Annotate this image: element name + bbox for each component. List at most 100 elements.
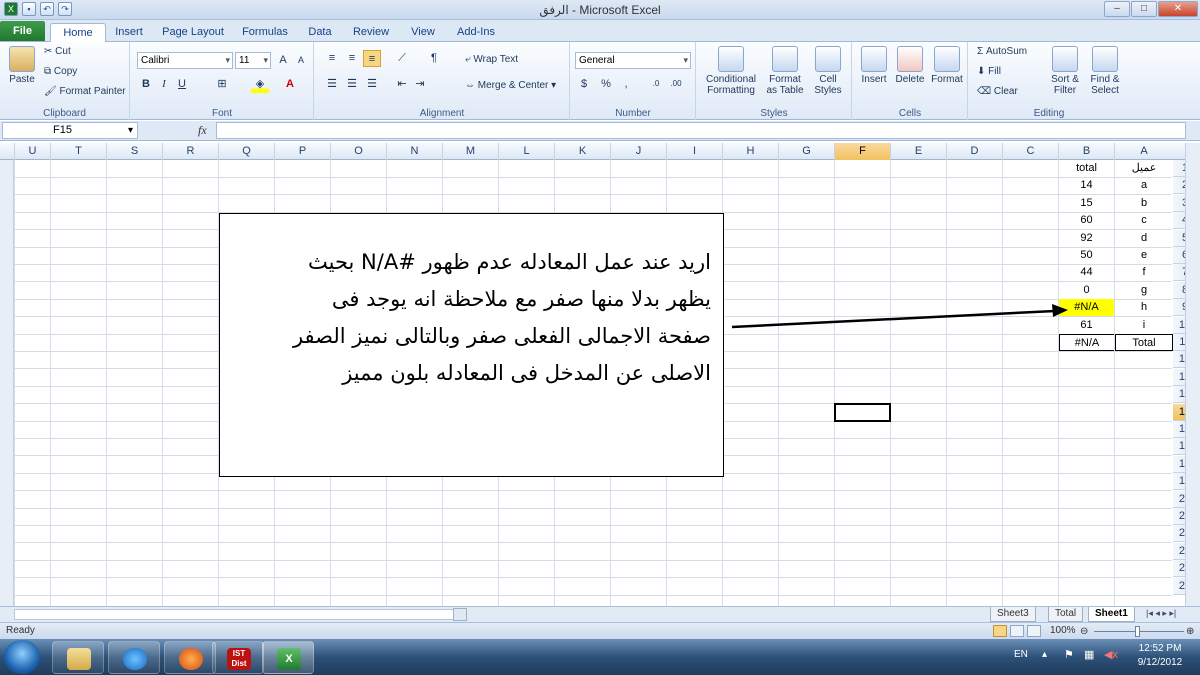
cell-A9[interactable]: h	[1115, 299, 1173, 316]
align-right-icon[interactable]: ☰	[363, 76, 381, 93]
redo-icon[interactable]: ↷	[58, 2, 72, 16]
sheet-tab-sheet3[interactable]: Sheet3	[990, 607, 1036, 622]
cell-A8[interactable]: g	[1115, 282, 1173, 299]
column-header-U[interactable]: U	[14, 143, 50, 160]
column-header-M[interactable]: M	[442, 143, 498, 160]
cell-A3[interactable]: b	[1115, 195, 1173, 212]
align-bottom-icon[interactable]: ≡	[363, 50, 381, 67]
italic-button[interactable]: I	[155, 76, 173, 93]
font-color-icon[interactable]: A	[281, 76, 299, 93]
underline-button[interactable]: U	[173, 76, 191, 93]
file-tab[interactable]: File	[0, 21, 45, 41]
tab-home[interactable]: Home	[50, 23, 106, 42]
column-header-L[interactable]: L	[498, 143, 554, 160]
align-left-icon[interactable]: ☰	[323, 76, 341, 93]
cell-A10[interactable]: i	[1115, 317, 1173, 334]
network-icon[interactable]: ▦	[1084, 648, 1094, 661]
decrease-indent-icon[interactable]: ⇤	[393, 76, 411, 93]
percent-icon[interactable]: %	[597, 76, 615, 93]
volume-icon[interactable]: ◀x	[1104, 648, 1118, 661]
cell-A4[interactable]: c	[1115, 212, 1173, 229]
sheet-tab-total[interactable]: Total	[1048, 607, 1084, 622]
cell-B4[interactable]: 60	[1059, 212, 1114, 229]
cell-B10[interactable]: 61	[1059, 317, 1114, 334]
tab-formulas[interactable]: Formulas	[238, 23, 292, 42]
page-break-view-icon[interactable]	[1027, 625, 1041, 637]
column-header-P[interactable]: P	[274, 143, 330, 160]
start-button[interactable]	[4, 640, 40, 674]
column-header-B[interactable]: B	[1058, 143, 1114, 160]
minimize-button[interactable]: –	[1104, 1, 1130, 17]
cell-A5[interactable]: d	[1115, 230, 1173, 247]
delete-cells-button[interactable]: Delete	[893, 46, 927, 85]
align-top-icon[interactable]: ≡	[323, 50, 341, 67]
horizontal-scrollbar[interactable]	[14, 609, 454, 620]
cell-B9[interactable]: #N/A	[1059, 299, 1114, 316]
cell-B2[interactable]: 14	[1059, 177, 1114, 194]
cell-styles-button[interactable]: Cell Styles	[809, 46, 847, 96]
column-header-K[interactable]: K	[554, 143, 610, 160]
comma-icon[interactable]: ,	[617, 76, 635, 93]
decrease-decimal-icon[interactable]: .00	[667, 76, 685, 93]
undo-icon[interactable]: ↶	[40, 2, 54, 16]
save-icon[interactable]: ▪	[22, 2, 36, 16]
explorer-taskbar-button[interactable]	[52, 641, 104, 674]
increase-decimal-icon[interactable]: .0	[647, 76, 665, 93]
format-cells-button[interactable]: Format	[929, 46, 965, 85]
wrap-text-button[interactable]: ⤶ Wrap Text	[465, 54, 518, 65]
ist-taskbar-button[interactable]: IST Dist	[212, 641, 264, 674]
find-select-button[interactable]: Find & Select	[1085, 46, 1125, 96]
cell-B11[interactable]: #N/A	[1059, 334, 1114, 351]
close-button[interactable]: ✕	[1158, 1, 1198, 17]
tab-view[interactable]: View	[404, 23, 442, 42]
column-header-Q[interactable]: Q	[218, 143, 274, 160]
clear-button[interactable]: ⌫ Clear	[977, 86, 1018, 97]
column-header-E[interactable]: E	[890, 143, 946, 160]
grow-font-button[interactable]: A	[274, 52, 292, 69]
text-direction-icon[interactable]: ¶	[425, 50, 443, 67]
copy-button[interactable]: ⧉ Copy	[44, 66, 77, 77]
column-header-H[interactable]: H	[722, 143, 778, 160]
paste-button[interactable]: Paste	[4, 46, 40, 85]
orientation-icon[interactable]: ⟋	[393, 50, 411, 67]
column-header-C[interactable]: C	[1002, 143, 1058, 160]
column-header-G[interactable]: G	[778, 143, 834, 160]
cell-A1[interactable]: عميل	[1115, 160, 1173, 177]
name-box[interactable]: F15	[2, 122, 138, 139]
font-name-combo[interactable]: Calibri	[137, 52, 233, 69]
ie-taskbar-button[interactable]	[108, 641, 160, 674]
increase-indent-icon[interactable]: ⇥	[411, 76, 429, 93]
cut-button[interactable]: ✂ Cut	[44, 46, 71, 57]
fill-color-icon[interactable]: ◈	[251, 76, 269, 93]
bold-button[interactable]: B	[137, 76, 155, 93]
zoom-level[interactable]: 100%	[1050, 625, 1076, 636]
merge-center-button[interactable]: ⇔ Merge & Center ▾	[465, 80, 556, 91]
tab-page-layout[interactable]: Page Layout	[158, 23, 228, 42]
fill-button[interactable]: ⬇ Fill	[977, 66, 1001, 77]
align-center-icon[interactable]: ☰	[343, 76, 361, 93]
note-textbox[interactable]: اريد عند عمل المعادله عدم ظهور #N/A بحيث…	[219, 213, 724, 477]
tray-flag-icon[interactable]: ⚑	[1064, 648, 1074, 661]
excel-taskbar-button[interactable]: X	[262, 641, 314, 674]
cell-B1[interactable]: total	[1059, 160, 1114, 177]
conditional-formatting-button[interactable]: Conditional Formatting	[701, 46, 761, 96]
column-header-D[interactable]: D	[946, 143, 1002, 160]
column-header-F[interactable]: F	[834, 143, 890, 160]
clock[interactable]: 12:52 PM 9/12/2012	[1128, 642, 1192, 670]
cell-A6[interactable]: e	[1115, 247, 1173, 264]
currency-icon[interactable]: $	[575, 76, 593, 93]
sheet-tab-sheet1[interactable]: Sheet1	[1088, 607, 1135, 622]
tab-review[interactable]: Review	[348, 23, 394, 42]
autosum-button[interactable]: Σ AutoSum	[977, 46, 1027, 57]
format-painter-button[interactable]: 🖌 Format Painter	[44, 86, 126, 97]
scroll-thumb[interactable]	[453, 608, 467, 621]
shrink-font-button[interactable]: A	[292, 52, 310, 69]
align-middle-icon[interactable]: ≡	[343, 50, 361, 67]
tab-insert[interactable]: Insert	[108, 23, 150, 42]
cell-B6[interactable]: 50	[1059, 247, 1114, 264]
insert-function-icon[interactable]: fx	[198, 123, 207, 138]
number-format-combo[interactable]: General	[575, 52, 691, 69]
cell-A2[interactable]: a	[1115, 177, 1173, 194]
normal-view-icon[interactable]	[993, 625, 1007, 637]
language-indicator[interactable]: EN	[1014, 649, 1028, 660]
